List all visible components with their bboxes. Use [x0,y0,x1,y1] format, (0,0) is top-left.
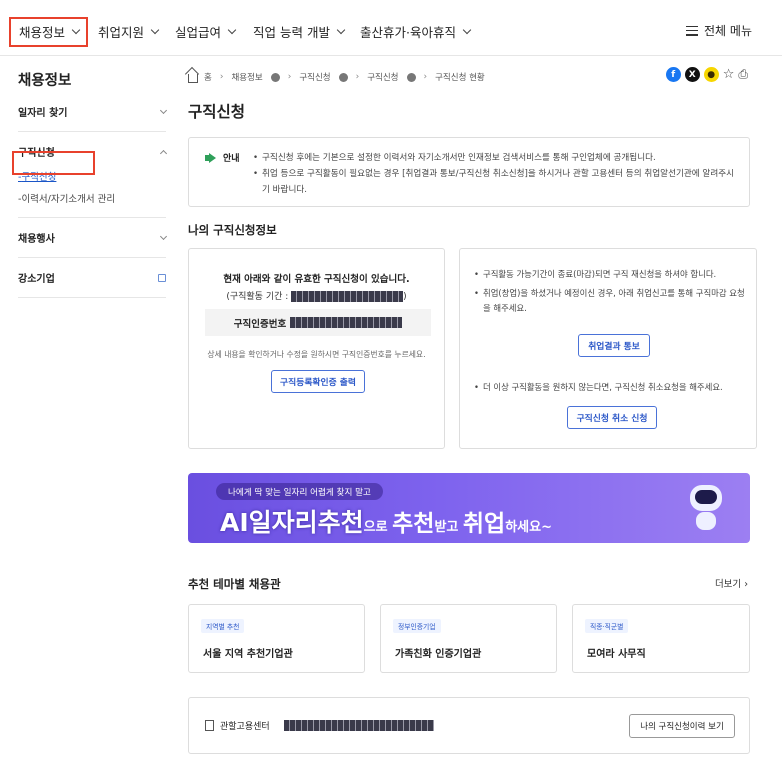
valid-application-text: 현재 아래와 같이 유효한 구직신청이 있습니다. [223,274,410,285]
notice-line: 취업 등으로 구직활동이 필요없는 경우 [취업결과 통보/구직신청 취소신청]… [253,166,735,198]
info-line: 구직활동 가능기간이 종료(마감)되면 구직 재신청을 하셔야 합니다. [474,267,748,282]
job-seeker-id-box[interactable]: 구직인증번호 [205,309,431,336]
masked-office-name [283,720,434,731]
notice-line: 구직신청 후에는 기본으로 설정한 이력서와 자기소개서만 인재정보 검색서비스… [253,150,735,166]
divider [18,297,166,298]
theme-card[interactable]: 정부인증기업 가족친화 인증기업관 [380,604,557,673]
print-confirmation-button[interactable]: 구직등록확인증 출력 [271,370,365,393]
ai-job-recommendation-banner[interactable]: 나에게 딱 맞는 일자리 어렵게 찾지 말고 AI일자리추천으로 추천받고 취업… [188,473,750,543]
info-line: 더 이상 구직활동을 원하지 않는다면, 구직신청 취소요청을 해주세요. [474,380,748,395]
sidebar-item-strong-small-business[interactable]: 강소기업 [18,270,166,285]
breadcrumb-item[interactable]: 채용정보 [231,71,262,83]
highlight-box [9,17,88,47]
megaphone-icon [205,152,217,163]
sidebar-item-job-search[interactable]: 일자리 찾기 [18,104,168,119]
dropdown-icon[interactable] [270,72,280,82]
star-icon[interactable]: ☆ [723,67,735,82]
facebook-icon[interactable]: f [665,67,681,82]
info-line: 취업(창업)을 하셨거나 예정이신 경우, 아래 취업신고를 통해 구직마감 요… [474,286,748,316]
x-icon[interactable]: X [684,67,700,82]
theme-title: 가족친화 인증기업관 [395,649,482,660]
theme-card[interactable]: 직종·직군별 모여라 사무직 [572,604,750,673]
sidebar-subitem-resume-management[interactable]: -이력서/자기소개서 관리 [18,191,166,205]
masked-value [291,291,404,302]
application-status-card: 현재 아래와 같이 유효한 구직신청이 있습니다. (구직활동 기간 : ) 구… [188,248,445,449]
chevron-down-icon [159,106,168,114]
masked-id [290,317,403,328]
report-employment-button[interactable]: 취업결과 통보 [578,334,650,357]
banner-pill: 나에게 딱 맞는 일자리 어렵게 찾지 말고 [216,483,383,500]
sidebar: 채용정보 일자리 찾기 구직신청 -구직신청 -이력서/자기소개서 관리 채용행… [18,64,168,310]
highlight-box [12,151,95,175]
more-link[interactable]: 더보기 › [715,576,748,590]
breadcrumb-home[interactable]: 홈 [204,71,212,83]
section-title-my-info: 나의 구직신청정보 [188,223,277,237]
section-title-themes: 추천 테마별 채용관 [188,577,281,591]
page-title: 구직신청 [188,103,246,121]
activity-period: (구직활동 기간 : ) [226,291,407,302]
chevron-down-icon [462,25,472,35]
theme-title: 모여라 사무직 [587,649,646,660]
divider [18,257,166,258]
breadcrumb: 홈 › 채용정보 › 구직신청 › 구직신청 › 구직신청 현황 [188,71,485,83]
robot-icon [684,485,728,533]
theme-tag: 직종·직군별 [585,619,629,633]
kakao-icon[interactable]: ● [703,67,719,82]
hint-text: 상세 내용을 확인하거나 수정을 원하시면 구직인증번호를 누르세요. [207,350,426,359]
dropdown-icon[interactable] [406,72,416,82]
print-icon[interactable]: ⎙ [738,67,748,82]
nav-item-employment-support[interactable]: 취업지원 [98,22,160,41]
breadcrumb-item[interactable]: 구직신청 [299,71,330,83]
divider [18,217,166,218]
divider [18,131,166,132]
share-toolbar: f X ● ☆ ⎙ [665,67,748,82]
hamburger-icon [686,25,699,36]
sidebar-title: 채용정보 [18,73,72,89]
theme-card[interactable]: 지역별 추천 서울 지역 추천기업관 [188,604,365,673]
banner-headline: AI일자리추천으로 추천받고 취업하세요~ [220,508,552,537]
notice-label: 안내 [223,154,240,164]
top-navigation: 채용정보 취업지원 실업급여 직업 능력 개발 출산휴가·육아휴직 전체 메뉴 [0,0,782,56]
theme-tag: 지역별 추천 [201,619,245,633]
sidebar-item-recruit-events[interactable]: 채용행사 [18,230,168,245]
breadcrumb-item[interactable]: 구직신청 [367,71,398,83]
application-history-button[interactable]: 나의 구직신청이력 보기 [629,714,735,738]
nav-item-maternity-leave[interactable]: 출산휴가·육아휴직 [360,22,472,41]
nav-item-skill-development[interactable]: 직업 능력 개발 [253,22,346,41]
dropdown-icon[interactable] [338,72,348,82]
application-actions-card: 구직활동 가능기간이 종료(마감)되면 구직 재신청을 하셔야 합니다. 취업(… [459,248,757,449]
chevron-down-icon [227,25,237,35]
employment-center-box: 관할고용센터 나의 구직신청이력 보기 [188,697,750,754]
home-icon [188,73,198,83]
cancel-application-button[interactable]: 구직신청 취소 신청 [567,406,657,429]
chevron-down-icon [336,25,346,35]
nav-item-unemployment-benefit[interactable]: 실업급여 [175,22,237,41]
breadcrumb-current: 구직신청 현황 [435,73,485,83]
chevron-up-icon [159,149,168,157]
chevron-down-icon [150,25,160,35]
all-menu-button[interactable]: 전체 메뉴 [686,22,752,39]
notice-box: 안내 구직신청 후에는 기본으로 설정한 이력서와 자기소개서만 인재정보 검색… [188,137,750,207]
theme-title: 서울 지역 추천기업관 [203,649,293,660]
theme-tag: 정부인증기업 [393,619,441,633]
external-link-icon [158,273,166,282]
office-label: 관할고용센터 [220,722,270,732]
building-icon [205,720,214,731]
chevron-down-icon [159,232,168,240]
